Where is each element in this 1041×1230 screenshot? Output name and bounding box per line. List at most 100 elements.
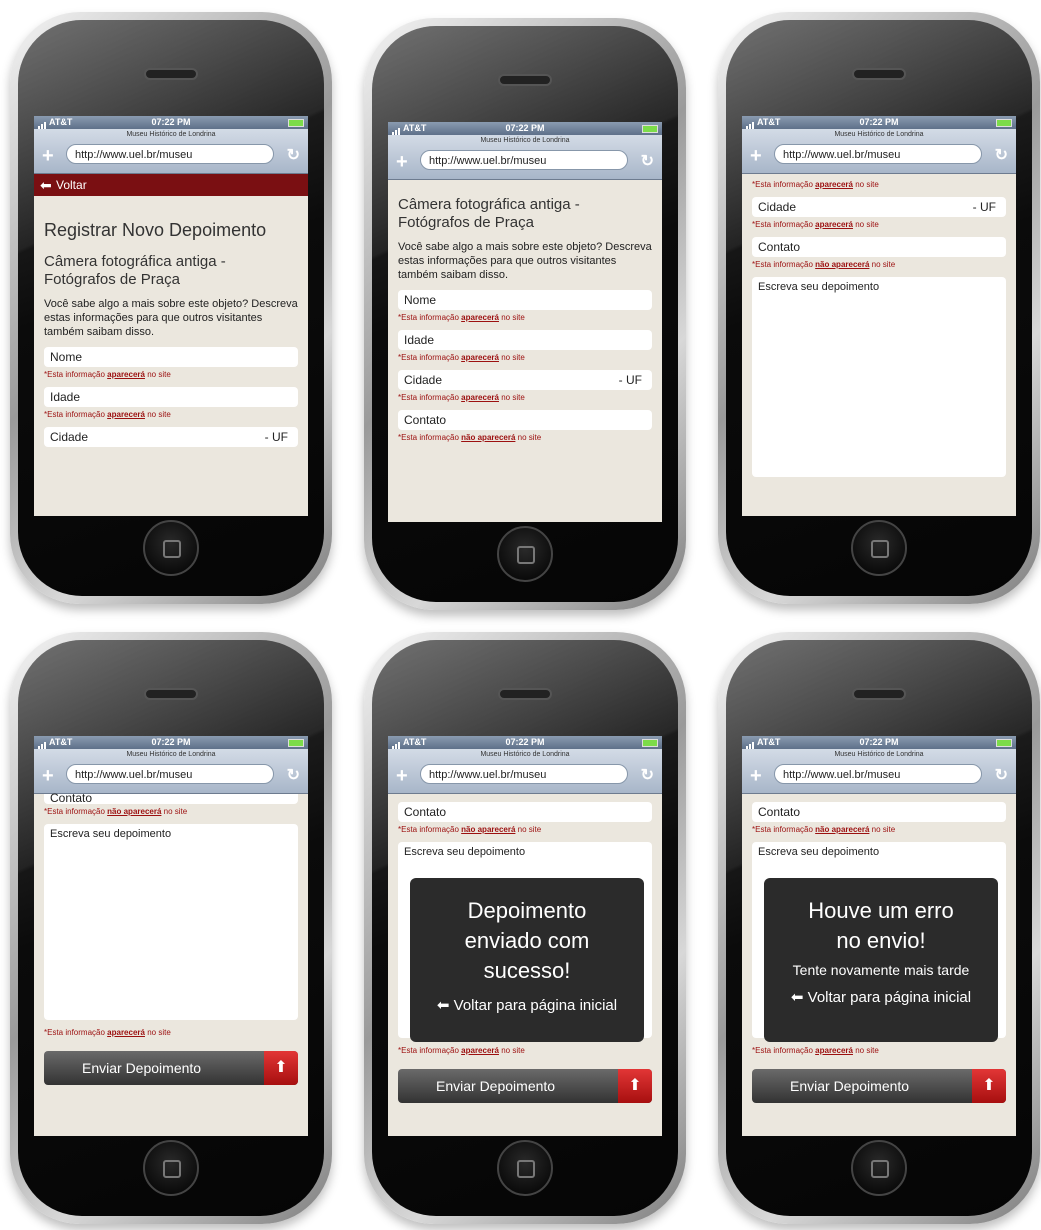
add-bookmark-icon[interactable]: + [42, 146, 54, 166]
page-title: Museu Histórico de Londrina [834, 131, 924, 138]
browser-bar: Museu Histórico de Londrina + http://www… [34, 749, 308, 794]
screen: AT&T 07:22 PM Museu Histórico de Londrin… [388, 736, 662, 1136]
phone-5: AT&T 07:22 PM Museu Histórico de Londrin… [364, 632, 686, 1224]
home-button[interactable] [497, 1140, 553, 1196]
upload-arrow-icon: ⬆ [972, 1069, 1006, 1103]
url-field[interactable]: http://www.uel.br/museu [774, 764, 982, 784]
home-button[interactable] [851, 520, 907, 576]
send-button[interactable]: Enviar Depoimento ⬆ [44, 1051, 298, 1085]
field-note: *Esta informação aparecerá no site [44, 370, 171, 379]
status-bar: AT&T 07:22 PM [388, 122, 662, 135]
field-note: *Esta informação não aparecerá no site [752, 260, 896, 269]
contact-field[interactable]: Contato [44, 792, 298, 804]
phone-2: AT&T 07:22 PM Museu Histórico de Londrin… [364, 18, 686, 610]
intro-text: Você sabe algo a mais sobre este objeto?… [398, 241, 652, 281]
city-field[interactable]: Cidade - UF [398, 370, 652, 390]
name-field[interactable]: Nome [398, 290, 652, 310]
back-home-link[interactable]: ⬅ Voltar para página inicial [764, 988, 998, 1006]
testimony-textarea[interactable]: Escreva seu depoimento [44, 824, 298, 1020]
city-field[interactable]: Cidade - UF [752, 197, 1006, 217]
add-bookmark-icon[interactable]: + [396, 766, 408, 786]
screen: AT&T 07:22 PM Museu Histórico de Londrin… [742, 116, 1016, 516]
add-bookmark-icon[interactable]: + [396, 152, 408, 172]
home-button[interactable] [851, 1140, 907, 1196]
age-field[interactable]: Idade [398, 330, 652, 350]
add-bookmark-icon[interactable]: + [750, 766, 762, 786]
contact-field[interactable]: Contato [752, 237, 1006, 257]
field-note: *Esta informação não aparecerá no site [398, 433, 542, 442]
status-bar: AT&T 07:22 PM [742, 736, 1016, 749]
url-field[interactable]: http://www.uel.br/museu [420, 150, 628, 170]
field-note: *Esta informação aparecerá no site [752, 180, 879, 189]
field-note: *Esta informação não aparecerá no site [44, 807, 188, 816]
add-bookmark-icon[interactable]: + [750, 146, 762, 166]
add-bookmark-icon[interactable]: + [42, 766, 54, 786]
city-field[interactable]: Cidade - UF [44, 427, 298, 447]
phone-4: AT&T 07:22 PM Museu Histórico de Londrin… [10, 632, 332, 1224]
error-dialog: Houve um erro no envio! Tente novamente … [764, 878, 998, 1042]
uf-label: - UF [618, 373, 642, 387]
uf-label: - UF [972, 200, 996, 214]
field-note: *Esta informação aparecerá no site [44, 1028, 171, 1037]
reload-icon[interactable]: ↻ [995, 145, 1008, 165]
upload-arrow-icon: ⬆ [264, 1051, 298, 1085]
upload-arrow-icon: ⬆ [618, 1069, 652, 1103]
reload-icon[interactable]: ↻ [641, 151, 654, 171]
clock: 07:22 PM [505, 123, 545, 133]
field-note: *Esta informação aparecerá no site [44, 410, 171, 419]
testimony-textarea[interactable]: Escreva seu depoimento [752, 277, 1006, 477]
form-title: Registrar Novo Depoimento [44, 220, 267, 240]
url-field[interactable]: http://www.uel.br/museu [420, 764, 628, 784]
speaker [498, 74, 552, 86]
clock: 07:22 PM [859, 737, 899, 747]
age-field[interactable]: Idade [44, 387, 298, 407]
battery-icon [996, 119, 1012, 127]
page-content: Câmera fotográfica antiga - Fotógrafos d… [388, 196, 662, 442]
send-button[interactable]: Enviar Depoimento ⬆ [752, 1069, 1006, 1103]
field-note: *Esta informação aparecerá no site [752, 220, 879, 229]
contact-field[interactable]: Contato [398, 410, 652, 430]
back-button[interactable]: ⬅ Voltar [34, 174, 308, 196]
clock: 07:22 PM [505, 737, 545, 747]
send-button[interactable]: Enviar Depoimento ⬆ [398, 1069, 652, 1103]
back-home-link[interactable]: ⬅ Voltar para página inicial [410, 996, 644, 1014]
phone-body: AT&T 07:22 PM Museu Histórico de Londrin… [372, 640, 678, 1216]
page-title: Museu Histórico de Londrina [480, 137, 570, 144]
home-button[interactable] [497, 526, 553, 582]
phone-3: AT&T 07:22 PM Museu Histórico de Londrin… [718, 12, 1040, 604]
reload-icon[interactable]: ↻ [287, 145, 300, 165]
phone-6: AT&T 07:22 PM Museu Histórico de Londrin… [718, 632, 1040, 1224]
success-dialog: Depoimento enviado com sucesso! ⬅ Voltar… [410, 878, 644, 1042]
reload-icon[interactable]: ↻ [995, 765, 1008, 785]
reload-icon[interactable]: ↻ [641, 765, 654, 785]
url-field[interactable]: http://www.uel.br/museu [66, 144, 274, 164]
browser-bar: Museu Histórico de Londrina + http://www… [742, 129, 1016, 174]
home-button[interactable] [143, 1140, 199, 1196]
screen: AT&T 07:22 PM Museu Histórico de Londrin… [34, 736, 308, 1136]
phone-body: AT&T 07:22 PM Museu Histórico de Londrin… [18, 640, 324, 1216]
screen: AT&T 07:22 PM Museu Histórico de Londrin… [388, 122, 662, 522]
field-note: *Esta informação aparecerá no site [398, 393, 525, 402]
status-bar: AT&T 07:22 PM [388, 736, 662, 749]
battery-icon [642, 125, 658, 133]
status-bar: AT&T 07:22 PM [34, 736, 308, 749]
battery-icon [996, 739, 1012, 747]
phone-body: AT&T 07:22 PM Museu Histórico de Londrin… [726, 640, 1032, 1216]
field-note: *Esta informação aparecerá no site [398, 313, 525, 322]
url-field[interactable]: http://www.uel.br/museu [66, 764, 274, 784]
battery-icon [288, 119, 304, 127]
contact-field[interactable]: Contato [398, 802, 652, 822]
name-field[interactable]: Nome [44, 347, 298, 367]
reload-icon[interactable]: ↻ [287, 765, 300, 785]
clock: 07:22 PM [151, 117, 191, 127]
contact-field[interactable]: Contato [752, 802, 1006, 822]
back-arrow-icon: ⬅ [40, 177, 52, 193]
page-title: Museu Histórico de Londrina [126, 751, 216, 758]
phone-body: AT&T 07:22 PM Museu Histórico de Londrin… [18, 20, 324, 596]
clock: 07:22 PM [859, 117, 899, 127]
url-field[interactable]: http://www.uel.br/museu [774, 144, 982, 164]
field-note: *Esta informação aparecerá no site [752, 1046, 879, 1055]
home-button[interactable] [143, 520, 199, 576]
status-bar: AT&T 07:22 PM [742, 116, 1016, 129]
screen: AT&T 07:22 PM Museu Histórico de Londrin… [742, 736, 1016, 1136]
